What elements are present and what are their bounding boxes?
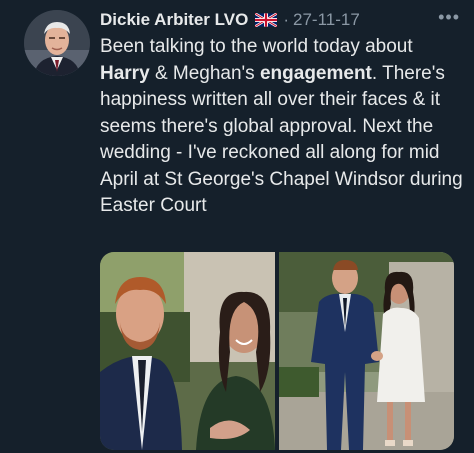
tweet-date[interactable]: 27-11-17: [293, 10, 360, 30]
tweet-media: [100, 252, 454, 450]
author-name[interactable]: Dickie Arbiter LVO: [100, 10, 248, 30]
tweet-header: Dickie Arbiter LVO · 27-11-17 •••: [100, 7, 460, 31]
avatar[interactable]: [24, 10, 90, 76]
more-options-icon[interactable]: •••: [438, 7, 460, 28]
photo-couple-garden[interactable]: [279, 252, 454, 450]
tweet-text-bold: engagement: [259, 62, 372, 84]
uk-flag-icon: [255, 13, 278, 27]
separator-dot: ·: [283, 10, 289, 29]
tweet-text-part: & Meghan's: [154, 62, 255, 84]
photo-couple-portrait[interactable]: [100, 252, 275, 450]
tweet[interactable]: Dickie Arbiter LVO · 27-11-17 ••• Been t…: [0, 0, 474, 453]
tweet-text-part: . There's happiness written all over the…: [100, 62, 463, 217]
tweet-text-bold: Harry: [100, 62, 150, 84]
tweet-text-part: Been talking to the world today about: [100, 36, 413, 57]
tweet-text: Been talking to the world today about Ha…: [100, 34, 466, 220]
